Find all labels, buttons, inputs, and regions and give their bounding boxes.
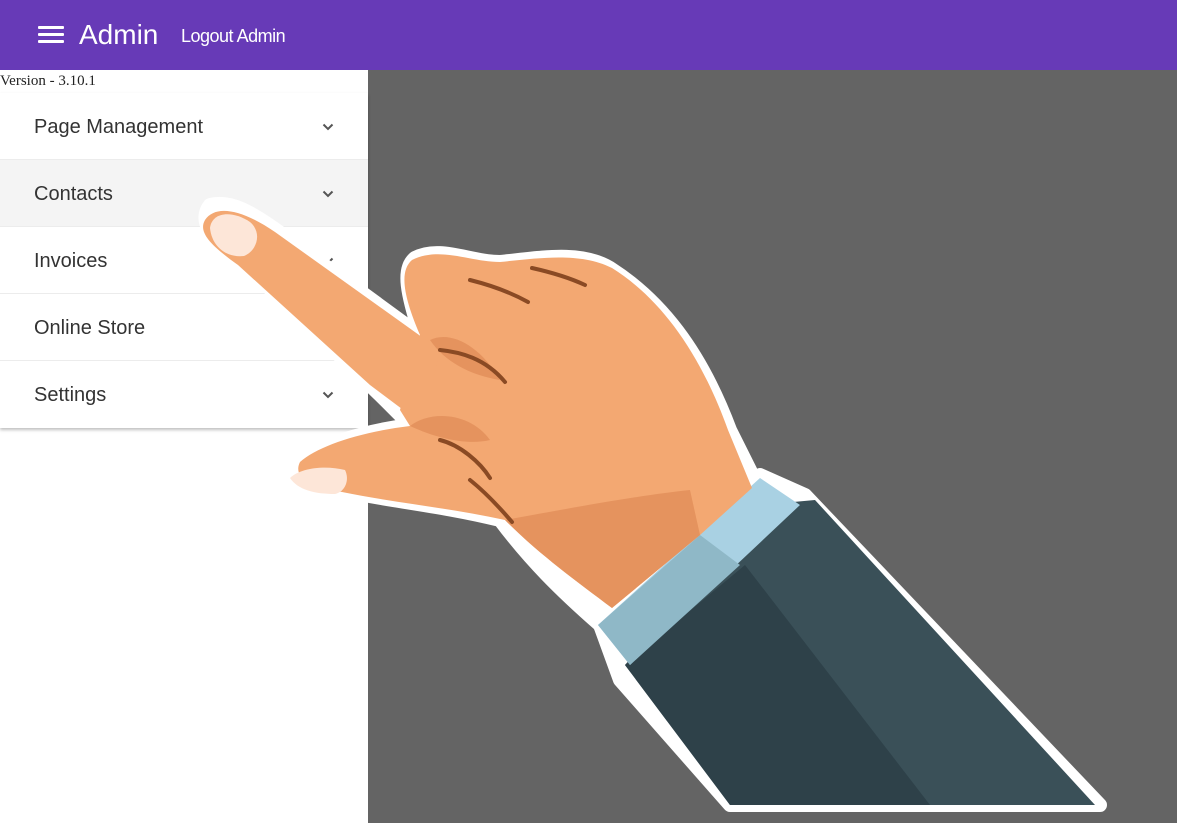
pointing-hand-icon xyxy=(198,196,1107,812)
